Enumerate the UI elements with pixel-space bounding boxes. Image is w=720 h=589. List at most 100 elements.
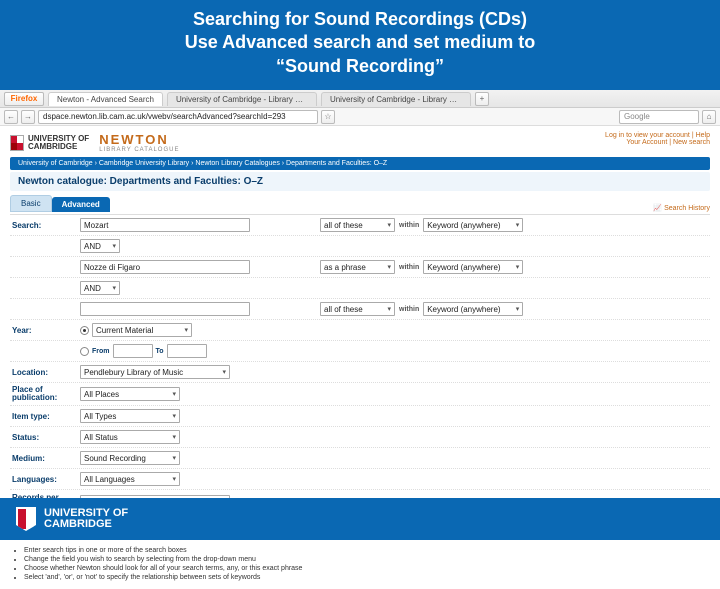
help-link[interactable]: Help bbox=[696, 132, 710, 139]
label-location: Location: bbox=[10, 368, 80, 377]
search-history-label: Search History bbox=[664, 205, 710, 212]
languages-select[interactable]: All Languages ▾ bbox=[80, 472, 180, 486]
label-medium: Medium: bbox=[10, 454, 80, 463]
login-link[interactable]: Log in to view your account bbox=[605, 132, 690, 139]
search-input-3[interactable] bbox=[80, 302, 250, 316]
search-row-2: Nozze di Figaro as a phrase ▾ within Keyw… bbox=[10, 257, 710, 278]
operator-1-value: AND bbox=[84, 242, 101, 251]
search-input-1[interactable]: Mozart bbox=[80, 218, 250, 232]
field-select-1-value: Keyword (anywhere) bbox=[427, 221, 500, 230]
newton-subtitle: LIBRARY CATALOGUE bbox=[99, 147, 179, 153]
bookmark-icon[interactable]: ☆ bbox=[321, 110, 335, 124]
forward-button[interactable]: → bbox=[21, 110, 35, 124]
home-button[interactable]: ⌂ bbox=[702, 110, 716, 124]
year-range-radio[interactable] bbox=[80, 347, 89, 356]
tip-item: Choose whether Newton should look for al… bbox=[24, 564, 710, 573]
chevron-down-icon: ▾ bbox=[516, 221, 520, 229]
tip-item: Select 'and', 'or', or 'not' to specify … bbox=[24, 573, 710, 582]
year-to-input[interactable] bbox=[167, 344, 207, 358]
location-select[interactable]: Pendlebury Library of Music▾ bbox=[80, 365, 230, 379]
breadcrumb[interactable]: University of Cambridge › Cambridge Univ… bbox=[10, 157, 710, 170]
chevron-down-icon: ▾ bbox=[516, 263, 520, 271]
label-itemtype: Item type: bbox=[10, 412, 80, 421]
match-select-2-value: as a phrase bbox=[324, 263, 366, 272]
tip-item: Change the field you wish to search by s… bbox=[24, 555, 710, 564]
label-status: Status: bbox=[10, 433, 80, 442]
browser-tab-2[interactable]: University of Cambridge - Library Sea... bbox=[167, 92, 317, 106]
within-label: within bbox=[399, 306, 419, 313]
medium-select[interactable]: Sound Recording▾ bbox=[80, 451, 180, 465]
browser-search-input[interactable]: Google bbox=[619, 110, 699, 124]
operator-row-2: AND ▾ bbox=[10, 278, 710, 299]
newton-title: NEWTON bbox=[99, 132, 179, 147]
match-select-1[interactable]: all of these▾ bbox=[320, 218, 395, 232]
label-year: Year: bbox=[10, 326, 80, 335]
year-from-input[interactable] bbox=[113, 344, 153, 358]
search-row-1: Search: Mozart all of these▾ within Keyw… bbox=[10, 215, 710, 236]
languages-value: All Languages bbox=[84, 475, 135, 484]
year-current-select[interactable]: Current Material▾ bbox=[92, 323, 192, 337]
page-header: UNIVERSITY OF CAMBRIDGE NEWTON LIBRARY C… bbox=[10, 132, 710, 153]
search-tips: Enter search tips in one or more of the … bbox=[10, 542, 710, 582]
year-row: Year: Current Material▾ bbox=[10, 320, 710, 341]
operator-2-value: AND bbox=[84, 284, 101, 293]
browser-tab-3[interactable]: University of Cambridge - Library Sea... bbox=[321, 92, 471, 106]
chevron-down-icon: ▾ bbox=[112, 284, 116, 292]
chevron-down-icon: ▾ bbox=[222, 368, 226, 376]
search-form: Search: Mozart all of these▾ within Keyw… bbox=[10, 214, 710, 542]
footer-uni-2: CAMBRIDGE bbox=[44, 519, 128, 530]
itemtype-row: Item type: All Types ▾ bbox=[10, 406, 710, 427]
new-tab-button[interactable]: + bbox=[475, 92, 489, 106]
status-value: All Status bbox=[84, 433, 118, 442]
place-select[interactable]: All Places▾ bbox=[80, 387, 180, 401]
footer-shield-icon bbox=[16, 507, 36, 531]
within-label: within bbox=[399, 264, 419, 271]
address-bar[interactable]: dspace.newton.lib.cam.ac.uk/vwebv/search… bbox=[38, 110, 318, 124]
chevron-down-icon: ▾ bbox=[172, 412, 176, 420]
new-search-link[interactable]: New search bbox=[673, 139, 710, 146]
account-link[interactable]: Your Account bbox=[626, 139, 667, 146]
year-current-radio[interactable] bbox=[80, 326, 89, 335]
browser-tab-1[interactable]: Newton - Advanced Search bbox=[48, 92, 163, 106]
itemtype-select[interactable]: All Types ▾ bbox=[80, 409, 180, 423]
field-select-2-value: Keyword (anywhere) bbox=[427, 263, 500, 272]
within-label: within bbox=[399, 222, 419, 229]
medium-value: Sound Recording bbox=[84, 454, 146, 463]
field-select-3[interactable]: Keyword (anywhere)▾ bbox=[423, 302, 523, 316]
label-languages: Languages: bbox=[10, 475, 80, 484]
status-select[interactable]: All Status▾ bbox=[80, 430, 180, 444]
field-select-1[interactable]: Keyword (anywhere) ▾ bbox=[423, 218, 523, 232]
match-select-3[interactable]: all of these▾ bbox=[320, 302, 395, 316]
chevron-down-icon: ▾ bbox=[112, 242, 116, 250]
medium-row: Medium: Sound Recording▾ bbox=[10, 448, 710, 469]
search-row-3: all of these▾ within Keyword (anywhere)▾ bbox=[10, 299, 710, 320]
year-to-label: To bbox=[156, 348, 164, 355]
chevron-down-icon: ▾ bbox=[172, 475, 176, 483]
tab-advanced[interactable]: Advanced bbox=[52, 197, 110, 212]
cambridge-logo: UNIVERSITY OF CAMBRIDGE bbox=[10, 135, 89, 151]
page-title: Newton catalogue: Departments and Facult… bbox=[10, 172, 710, 191]
label-search: Search: bbox=[10, 221, 80, 230]
back-button[interactable]: ← bbox=[4, 110, 18, 124]
slide-title-l3: “Sound Recording” bbox=[10, 55, 710, 78]
slide-title-l2: Use Advanced search and set medium to bbox=[10, 31, 710, 54]
itemtype-value: All Types bbox=[84, 412, 116, 421]
firefox-menu-button[interactable]: Firefox bbox=[4, 92, 44, 106]
newton-logo: NEWTON LIBRARY CATALOGUE bbox=[99, 132, 179, 153]
chevron-down-icon: ▾ bbox=[387, 221, 391, 229]
operator-select-2[interactable]: AND ▾ bbox=[80, 281, 120, 295]
field-select-2[interactable]: Keyword (anywhere) ▾ bbox=[423, 260, 523, 274]
place-value: All Places bbox=[84, 390, 119, 399]
search-history-link[interactable]: 📈 Search History bbox=[653, 204, 710, 212]
match-select-2[interactable]: as a phrase ▾ bbox=[320, 260, 395, 274]
slide-title-l1: Searching for Sound Recordings (CDs) bbox=[10, 8, 710, 31]
label-place: Place of publication: bbox=[10, 386, 80, 402]
tab-basic[interactable]: Basic bbox=[10, 195, 52, 212]
operator-select-1[interactable]: AND ▾ bbox=[80, 239, 120, 253]
languages-row: Languages: All Languages ▾ bbox=[10, 469, 710, 490]
operator-row-1: AND ▾ bbox=[10, 236, 710, 257]
search-tabs: Basic Advanced 📈 Search History bbox=[10, 195, 710, 212]
chevron-down-icon: ▾ bbox=[387, 263, 391, 271]
search-input-2[interactable]: Nozze di Figaro bbox=[80, 260, 250, 274]
year-range-row: From To bbox=[10, 341, 710, 362]
